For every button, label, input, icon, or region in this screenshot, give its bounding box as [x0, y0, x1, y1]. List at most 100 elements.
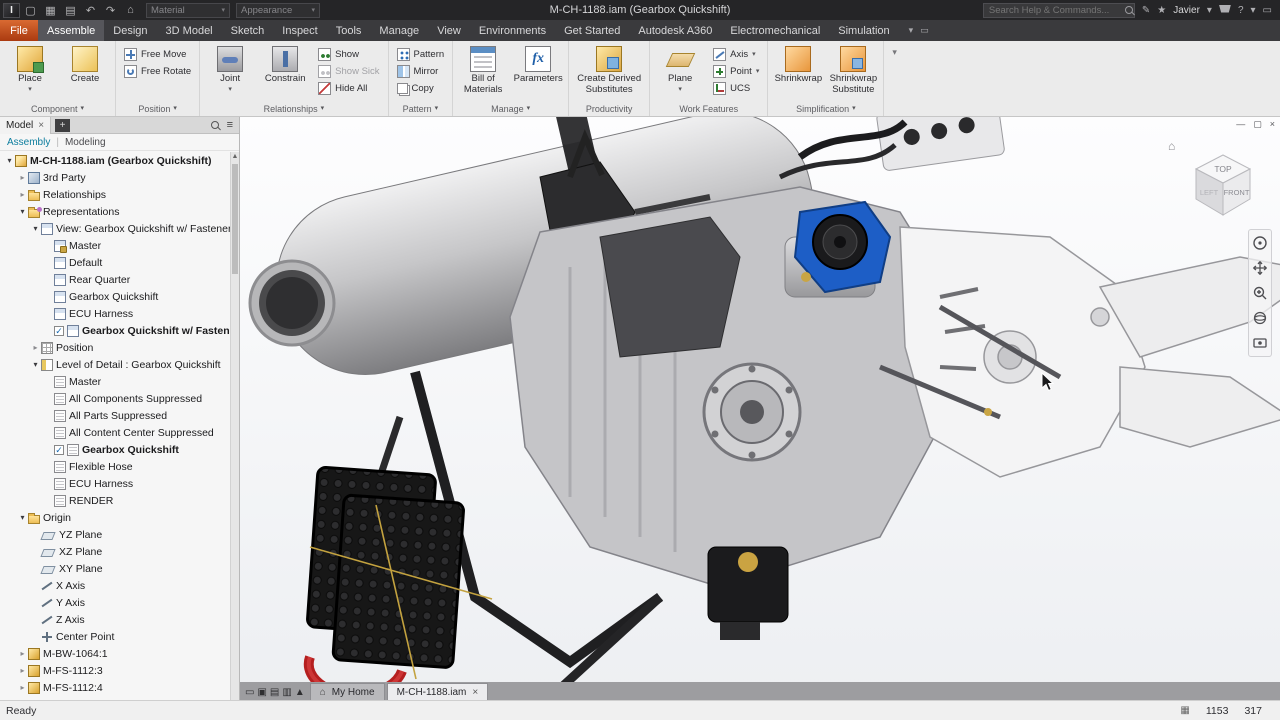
tree-item-yz-plane[interactable]: YZ Plane	[0, 526, 230, 543]
material-dropdown[interactable]: Material ▾	[146, 3, 230, 18]
hide-all-button[interactable]: Hide All	[314, 81, 383, 96]
chevron-down-icon[interactable]: ▾	[1207, 5, 1212, 16]
orbit-icon[interactable]	[1252, 310, 1268, 326]
axis-button[interactable]: Axis▾	[709, 47, 763, 62]
file-menu-button[interactable]: File	[0, 20, 38, 41]
appearance-dropdown[interactable]: Appearance ▾	[236, 3, 320, 18]
tree-item-all-parts-suppressed[interactable]: All Parts Suppressed	[0, 407, 230, 424]
tab-tools[interactable]: Tools	[327, 20, 371, 41]
create-button[interactable]: Create	[59, 43, 111, 85]
ribbon-group-label-pattern[interactable]: Pattern▾	[389, 101, 453, 116]
chevron-down-icon[interactable]: ▾	[892, 47, 897, 58]
tree-item-m-fs-1112-4[interactable]: ▸M-FS-1112:4	[0, 679, 230, 696]
expand-arrow-icon[interactable]: ▸	[17, 173, 28, 182]
help-icon[interactable]: ?	[1238, 5, 1244, 16]
tree-item-representations[interactable]: ▾Representations	[0, 203, 230, 220]
collapse-arrow-icon[interactable]: ▾	[30, 360, 41, 369]
tab-design[interactable]: Design	[104, 20, 156, 41]
save-icon[interactable]: ▦	[41, 2, 60, 18]
doc-tab-my-home[interactable]: ⌂ My Home	[310, 683, 385, 700]
pattern-button[interactable]: Pattern	[393, 47, 449, 62]
tab-simulation[interactable]: Simulation	[829, 20, 898, 41]
zoom-icon[interactable]	[1252, 285, 1268, 301]
tree-item-default[interactable]: Default	[0, 254, 230, 271]
ribbon-group-label-productivity[interactable]: Productivity	[569, 101, 649, 116]
gearbox-housing[interactable]	[900, 227, 1280, 477]
new-file-icon[interactable]: ▢	[21, 2, 40, 18]
shrinkwrap-substitute-button[interactable]: Shrinkwrap Substitute	[827, 43, 879, 95]
expand-arrow-icon[interactable]: ▸	[30, 343, 41, 352]
fuel-pump[interactable]	[708, 547, 788, 640]
tree-item-gearbox-quickshift-w-fasteners[interactable]: ✓Gearbox Quickshift w/ Fasteners	[0, 322, 230, 339]
browser-scrollbar[interactable]: ▲	[230, 152, 239, 700]
ribbon-collapse-icon[interactable]: ▾	[909, 25, 914, 36]
collapse-arrow-icon[interactable]: ▾	[17, 513, 28, 522]
hsplit-icon[interactable]: ▤	[270, 687, 279, 698]
tab-get-started[interactable]: Get Started	[555, 20, 629, 41]
constrain-button[interactable]: Constrain	[259, 43, 311, 85]
3d-model-canvas[interactable]	[240, 117, 1280, 682]
tree-item-master[interactable]: Master	[0, 237, 230, 254]
tree-item-flexible-hose[interactable]: Flexible Hose	[0, 458, 230, 475]
user-name[interactable]: Javier	[1173, 5, 1200, 16]
tree-item-relationships[interactable]: ▸Relationships	[0, 186, 230, 203]
free-rotate-button[interactable]: Free Rotate	[120, 64, 195, 79]
search-icon[interactable]	[1125, 6, 1133, 14]
view-cube[interactable]: ⌂ TOP FRONT LEFT	[1180, 143, 1266, 223]
expand-arrow-icon[interactable]: ▸	[17, 649, 28, 658]
close-icon[interactable]: ×	[472, 687, 478, 698]
redo-icon[interactable]: ↷	[101, 2, 120, 18]
tree-item-gearbox-quickshift[interactable]: Gearbox Quickshift	[0, 288, 230, 305]
scroll-up-icon[interactable]: ▲	[231, 153, 239, 160]
search-icon[interactable]	[211, 121, 219, 129]
home-icon[interactable]: ⌂	[1168, 139, 1175, 153]
ribbon-group-label-component[interactable]: Component▾	[0, 101, 115, 116]
tab-sketch[interactable]: Sketch	[222, 20, 274, 41]
close-icon[interactable]: ×	[38, 120, 44, 131]
tab-environments[interactable]: Environments	[470, 20, 555, 41]
tree-item-all-components-suppressed[interactable]: All Components Suppressed	[0, 390, 230, 407]
tree-item-xy-plane[interactable]: XY Plane	[0, 560, 230, 577]
tree-item-render[interactable]: RENDER	[0, 492, 230, 509]
tree-item-origin[interactable]: ▾Origin	[0, 509, 230, 526]
home-icon[interactable]: ⌂	[121, 2, 140, 18]
minimize-icon[interactable]: —	[1236, 119, 1245, 130]
inventor-logo[interactable]: I	[3, 3, 20, 18]
ribbon-group-label-work-features[interactable]: Work Features	[650, 101, 767, 116]
bill-of-materials-button[interactable]: Bill of Materials	[457, 43, 509, 95]
tree-item-gearbox-quickshift[interactable]: ✓Gearbox Quickshift	[0, 441, 230, 458]
copy-button[interactable]: Copy	[393, 81, 449, 96]
collapse-arrow-icon[interactable]: ▾	[17, 207, 28, 216]
display-mode-icon[interactable]: ▭	[1263, 5, 1272, 16]
tree-item-3rd-party[interactable]: ▸3rd Party	[0, 169, 230, 186]
blue-quickshifter[interactable]	[795, 202, 890, 292]
model-panel-tab[interactable]: Model ×	[0, 117, 51, 134]
visibility-checkbox[interactable]: ✓	[54, 445, 64, 455]
expand-arrow-icon[interactable]: ▸	[17, 190, 28, 199]
tree-item-all-content-center-suppressed[interactable]: All Content Center Suppressed	[0, 424, 230, 441]
joint-button[interactable]: Joint▾	[204, 43, 256, 93]
ucs-button[interactable]: UCS	[709, 81, 763, 96]
tree-item-y-axis[interactable]: Y Axis	[0, 594, 230, 611]
tab-modeling[interactable]: Modeling	[65, 137, 106, 148]
hamburger-icon[interactable]: ≡	[227, 119, 233, 131]
star-icon[interactable]: ★	[1157, 5, 1166, 16]
pencil-icon[interactable]: ✎	[1142, 5, 1150, 16]
collapse-arrow-icon[interactable]: ▾	[30, 224, 41, 233]
undo-icon[interactable]: ↶	[81, 2, 100, 18]
tab-assemble[interactable]: Assemble	[38, 20, 104, 41]
intercooler-panels[interactable]	[305, 467, 466, 668]
tree-item-x-axis[interactable]: X Axis	[0, 577, 230, 594]
tree-item-master[interactable]: Master	[0, 373, 230, 390]
display-mode-icon[interactable]: ▭	[920, 25, 929, 36]
tree-item-view-gearbox-quickshift-w-fasteners[interactable]: ▾View: Gearbox Quickshift w/ Fasteners	[0, 220, 230, 237]
tree-item-ecu-harness[interactable]: ECU Harness	[0, 305, 230, 322]
ribbon-group-label-relationships[interactable]: Relationships▾	[200, 101, 387, 116]
expand-arrow-icon[interactable]: ▸	[17, 683, 28, 692]
tree-item-center-point[interactable]: Center Point	[0, 628, 230, 645]
ribbon-group-label-simplification[interactable]: Simplification▾	[768, 101, 883, 116]
scrollbar-thumb[interactable]	[232, 164, 238, 274]
cart-icon[interactable]	[1219, 5, 1231, 13]
tab-autodesk-a360[interactable]: Autodesk A360	[629, 20, 721, 41]
point-button[interactable]: Point▾	[709, 64, 763, 79]
